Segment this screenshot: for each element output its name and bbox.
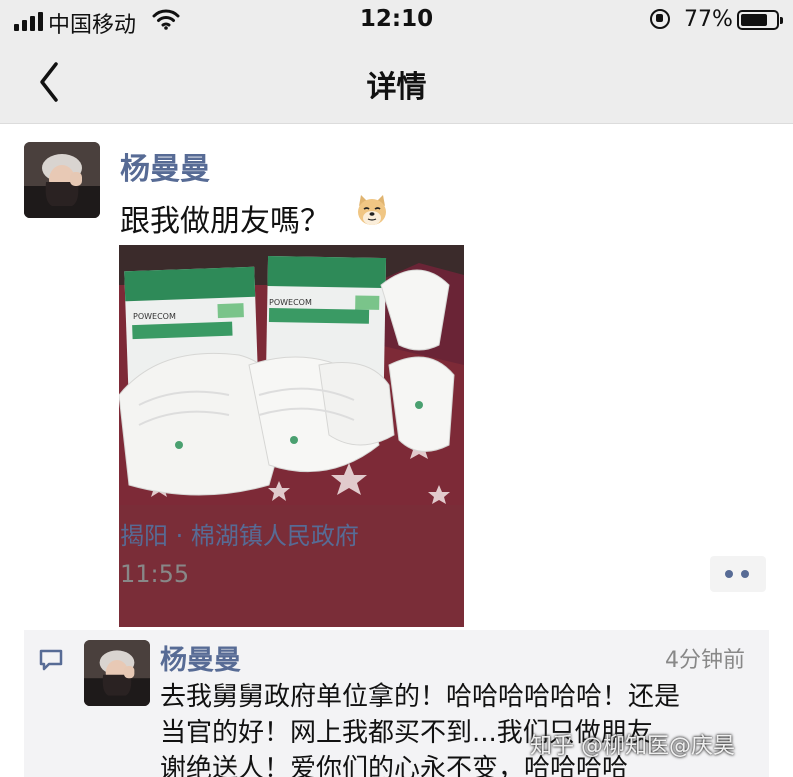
rotation-lock-icon <box>650 9 670 29</box>
status-bar: 中国移动 12:10 77% <box>0 0 793 40</box>
status-time: 12:10 <box>359 6 434 32</box>
battery-icon <box>737 10 783 30</box>
comment-avatar[interactable] <box>84 640 150 706</box>
doge-emoji-icon <box>358 195 386 225</box>
comment-bubble-icon <box>39 649 63 671</box>
poster-name[interactable]: 杨曼曼 <box>120 144 210 188</box>
comment-time: 4分钟前 <box>665 648 745 673</box>
commenter-name[interactable]: 杨曼曼 <box>160 638 241 677</box>
watermark: 知乎 @柳知医@庆昊 <box>530 734 735 759</box>
moments-post: 杨曼曼 跟我做朋友嗎？ POWECOM POWECOM 揭阳 · 棉湖镇人民政府… <box>0 124 793 627</box>
avatar-image <box>24 142 100 218</box>
battery-percent: 77% <box>684 7 733 32</box>
photo-label-right: POWECOM <box>269 298 312 307</box>
avatar-image <box>84 640 150 706</box>
post-text: 跟我做朋友嗎？ <box>120 204 330 239</box>
nav-bar: 详情 <box>0 40 793 124</box>
more-button[interactable] <box>710 556 766 592</box>
battery-fill <box>741 14 767 26</box>
comment-text-line: 去我舅舅政府单位拿的！哈哈哈哈哈哈！还是 <box>160 682 681 712</box>
avatar[interactable] <box>24 142 100 218</box>
page-title: 详情 <box>366 70 427 105</box>
photo-label-left: POWECOM <box>133 312 176 321</box>
post-location[interactable]: 揭阳 · 棉湖镇人民政府 <box>120 516 359 551</box>
post-time: 11:55 <box>120 560 190 588</box>
photo-masks-image: POWECOM POWECOM <box>119 245 464 505</box>
